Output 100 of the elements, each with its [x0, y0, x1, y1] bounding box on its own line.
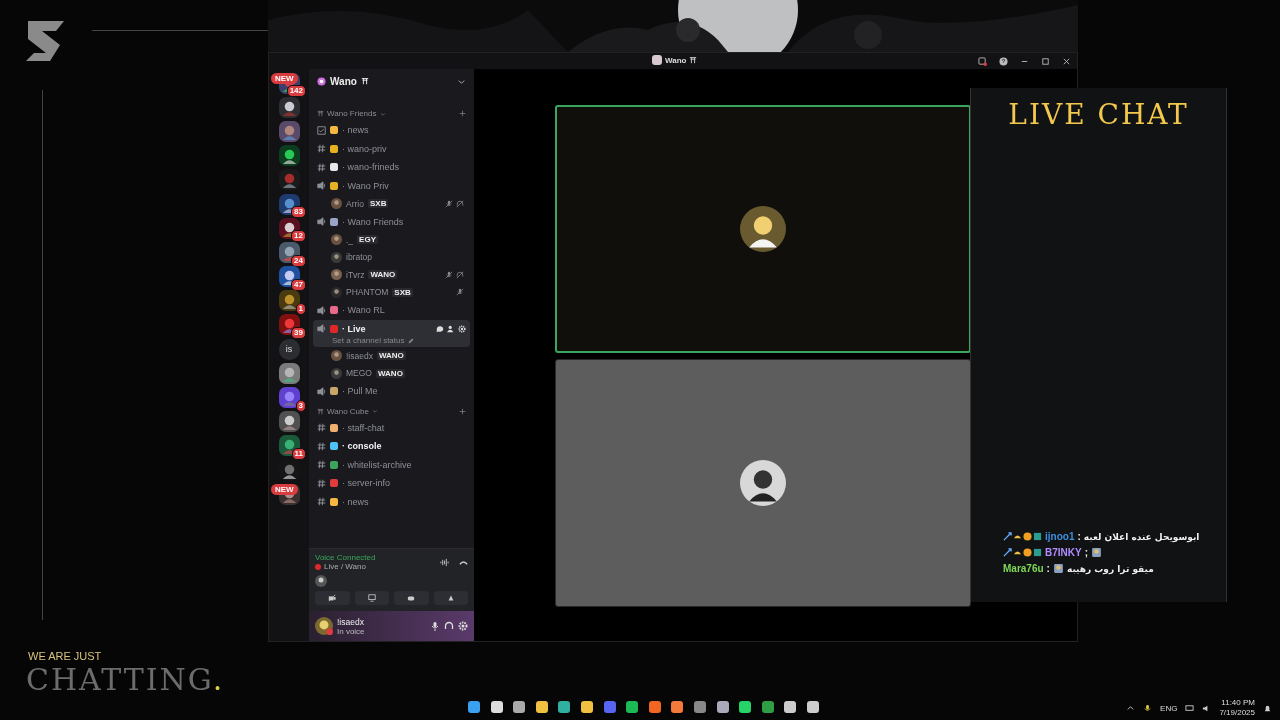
member-name[interactable]: iTvrz: [346, 269, 365, 280]
chat-app-icon[interactable]: [602, 700, 617, 714]
microphone-icon[interactable]: [430, 621, 440, 631]
pencil-icon[interactable]: [407, 337, 414, 344]
messenger-icon[interactable]: [738, 700, 753, 714]
app-icon[interactable]: [805, 700, 820, 714]
speaker-icon: [317, 217, 326, 227]
folder-icon[interactable]: [579, 700, 594, 714]
hash-icon: [317, 441, 326, 451]
avatar-icon[interactable]: [331, 350, 342, 362]
video-tile[interactable]: [555, 105, 971, 353]
chat-message: ابوسويحل عنده اعلان لعبه: [1083, 531, 1200, 542]
member-name[interactable]: ibratop: [346, 252, 372, 263]
channel-item[interactable]: · console: [313, 437, 470, 456]
add-icon[interactable]: [459, 110, 466, 117]
channel-item[interactable]: · Wano Priv: [313, 176, 470, 195]
avatar-icon[interactable]: [331, 367, 342, 379]
settings-icon[interactable]: [458, 621, 468, 631]
browser-icon[interactable]: [557, 700, 572, 714]
game-launcher-icon[interactable]: [715, 700, 730, 714]
username: !isaedx: [337, 616, 365, 627]
channel-item[interactable]: · whitelist-archive: [313, 455, 470, 474]
activity-button[interactable]: [394, 591, 429, 605]
channel-item[interactable]: · Pull Me: [313, 382, 470, 401]
new-badge: NEW: [271, 484, 298, 496]
sword-icon: [1003, 532, 1012, 541]
headphones-icon[interactable]: [444, 621, 454, 631]
network-icon[interactable]: [1185, 703, 1195, 713]
chat-message: ميقو ترا روب رهيبه: [1066, 563, 1154, 574]
app-icon[interactable]: [670, 700, 685, 714]
channel-item[interactable]: · staff-chat: [313, 418, 470, 437]
search-icon[interactable]: [489, 700, 504, 714]
hash-icon: [317, 460, 326, 470]
guild-tag: WANO: [376, 368, 405, 378]
avatar-icon: [740, 460, 786, 506]
channel-item[interactable]: · news: [313, 492, 470, 511]
server-icon[interactable]: [278, 145, 300, 167]
server-icon[interactable]: [278, 290, 300, 312]
maximize-icon[interactable]: [1041, 56, 1050, 66]
store-icon[interactable]: [534, 700, 549, 714]
chevron-icon[interactable]: [1126, 703, 1136, 713]
language-indicator[interactable]: ENG: [1160, 703, 1178, 713]
avatar-icon[interactable]: [331, 269, 342, 281]
music-icon[interactable]: [625, 700, 640, 714]
server-icon[interactable]: is: [278, 338, 300, 360]
channel-item[interactable]: · wano-frineds: [313, 158, 470, 177]
hash-icon: [317, 478, 326, 488]
guild-tag: EGY: [357, 235, 378, 245]
game-icon[interactable]: [760, 700, 775, 714]
channel-item[interactable]: · wano-priv: [313, 139, 470, 158]
voice-channel-link[interactable]: Live / Wano: [324, 562, 366, 571]
server-icon[interactable]: [278, 387, 300, 409]
server-header[interactable]: Wano: [309, 69, 474, 93]
soundboard-button[interactable]: [433, 591, 468, 605]
start-icon[interactable]: [467, 700, 481, 714]
channel-item[interactable]: · Wano RL: [313, 301, 470, 320]
avatar-icon[interactable]: [331, 251, 342, 263]
server-icon[interactable]: [278, 362, 300, 384]
category-label[interactable]: Wano Friends: [327, 109, 377, 118]
chat-icon[interactable]: [436, 324, 444, 333]
channel-item[interactable]: · Wano Friends: [313, 212, 470, 231]
media-icon[interactable]: [647, 700, 662, 714]
server-icon[interactable]: [278, 120, 300, 142]
video-tile[interactable]: [555, 359, 971, 607]
invite-icon[interactable]: [447, 324, 455, 333]
hash-icon: [317, 144, 326, 154]
notification-icon[interactable]: [1263, 703, 1272, 713]
avatar-icon[interactable]: [315, 617, 333, 635]
member-name[interactable]: !isaedx: [346, 350, 373, 361]
inbox-icon[interactable]: [978, 56, 987, 66]
member-name[interactable]: ._: [346, 234, 354, 245]
help-icon[interactable]: [999, 56, 1008, 66]
category-label[interactable]: Wano Cube: [327, 406, 369, 416]
settings-icon[interactable]: [458, 324, 466, 333]
channel-status[interactable]: Set a channel status: [332, 336, 405, 345]
speaker-icon: [317, 181, 326, 191]
browser-icon[interactable]: [692, 700, 707, 714]
close-icon[interactable]: [1062, 56, 1071, 66]
screen-share-button[interactable]: [354, 591, 389, 605]
app-icon[interactable]: [783, 700, 798, 714]
microphone-icon[interactable]: [1143, 703, 1153, 713]
tagline: WE ARE JUST: [28, 650, 102, 662]
member-name[interactable]: PHANTOM: [346, 287, 389, 298]
camera-off-icon: [328, 594, 337, 602]
channel-item[interactable]: · Live Set a channel status: [313, 319, 470, 347]
member-name[interactable]: MEGO: [346, 368, 372, 379]
avatar-icon[interactable]: [331, 198, 342, 210]
camera-button[interactable]: [315, 591, 350, 605]
noise-icon[interactable]: [440, 557, 449, 567]
channel-item[interactable]: · server-info: [313, 474, 470, 493]
channel-item[interactable]: · news: [313, 121, 470, 140]
screen-icon: [367, 594, 376, 602]
avatar-icon[interactable]: [331, 286, 342, 298]
task-view-icon[interactable]: [512, 700, 527, 714]
server-icon[interactable]: [278, 411, 300, 433]
clock[interactable]: 11:40 PM 7/19/2025: [1219, 698, 1255, 718]
add-icon[interactable]: [459, 407, 466, 415]
avatar-icon[interactable]: [331, 234, 342, 246]
member-name[interactable]: Arrio: [346, 198, 364, 209]
server-icon[interactable]: [278, 96, 300, 118]
